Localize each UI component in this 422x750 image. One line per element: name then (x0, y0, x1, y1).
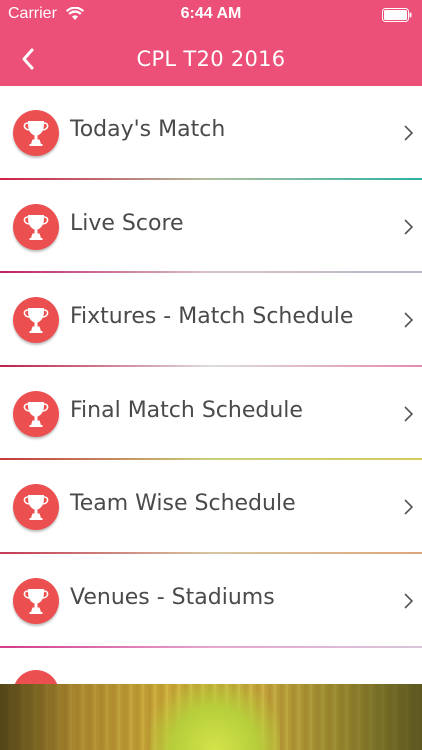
stadium-banner-image (0, 684, 422, 750)
menu-item-label: Final Match Schedule (70, 397, 303, 423)
menu-item-partial[interactable] (0, 648, 422, 716)
header: Carrier 6:44 AM CPL T20 2016 (0, 0, 422, 86)
menu-item-live-score[interactable]: Live Score (0, 179, 422, 274)
menu-item-label: Team Wise Schedule (70, 491, 296, 517)
menu-item-venues-stadiums[interactable]: Venues - Stadiums (0, 553, 422, 648)
trophy-icon (13, 203, 59, 250)
chevron-right-icon (404, 593, 414, 609)
chevron-right-icon (404, 312, 414, 328)
menu-item-team-wise-schedule[interactable]: Team Wise Schedule (0, 460, 422, 554)
menu-list: Today's Match Live Score Fixtures - Matc… (0, 86, 422, 648)
nav-bar: CPL T20 2016 (0, 30, 422, 86)
menu-item-fixtures[interactable]: Fixtures - Match Schedule (0, 273, 422, 367)
trophy-icon (13, 390, 59, 437)
menu-item-label: Live Score (70, 210, 184, 236)
chevron-right-icon (404, 499, 414, 515)
menu-item-final-match-schedule[interactable]: Final Match Schedule (0, 366, 422, 461)
menu-item-label: Fixtures - Match Schedule (70, 304, 354, 330)
menu-item-label: Venues - Stadiums (70, 584, 275, 610)
battery-icon (382, 8, 412, 22)
cricket-pitch (150, 684, 280, 750)
chevron-right-icon (404, 406, 414, 422)
page-title: CPL T20 2016 (136, 47, 286, 71)
chevron-right-icon (404, 219, 414, 235)
status-bar: Carrier 6:44 AM (0, 0, 422, 30)
trophy-icon (13, 110, 59, 156)
trophy-icon (13, 297, 59, 344)
chevron-right-icon (404, 125, 414, 141)
menu-item-todays-match[interactable]: Today's Match (0, 86, 422, 180)
clock: 6:44 AM (180, 5, 242, 22)
trophy-icon (13, 484, 59, 531)
trophy-icon (13, 577, 59, 624)
menu-item-label: Today's Match (70, 117, 226, 142)
